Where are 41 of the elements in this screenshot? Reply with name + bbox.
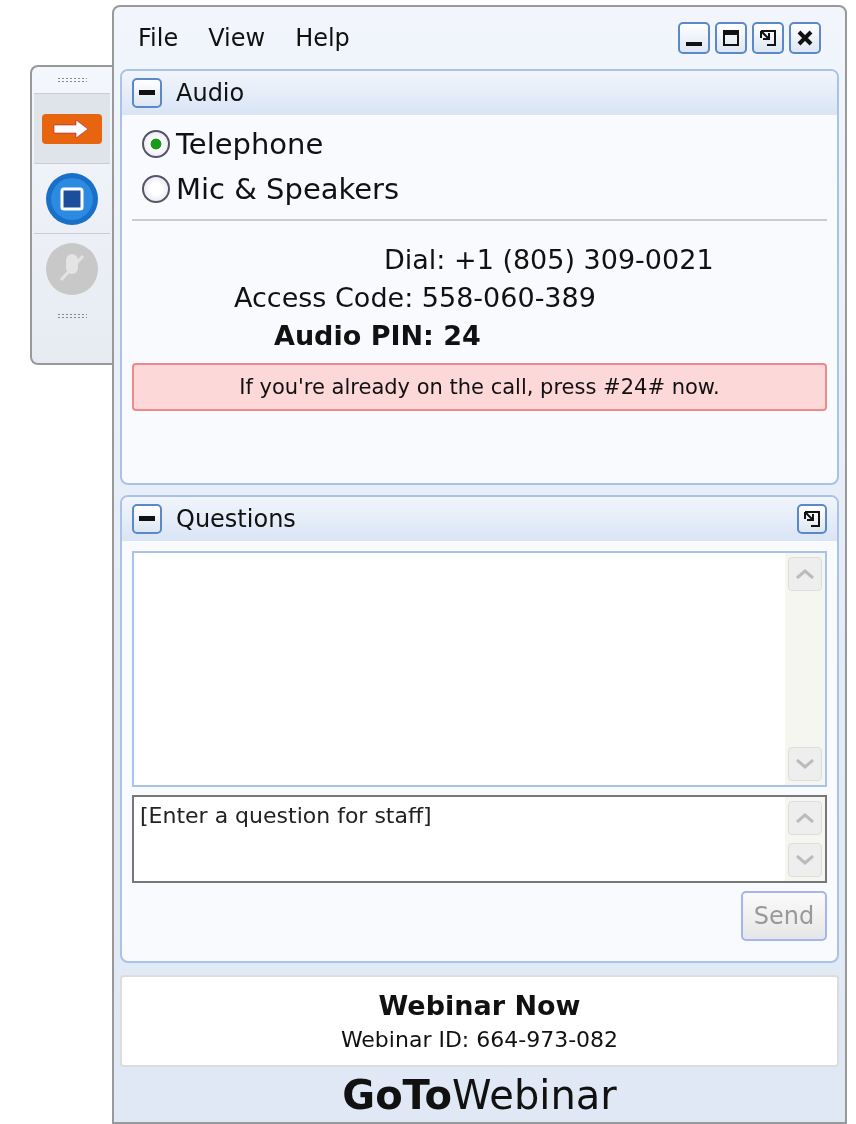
close-icon: [797, 30, 813, 46]
minimize-icon: [686, 42, 702, 46]
notice-banner: If you're already on the call, press #24# now.: [132, 363, 827, 411]
radio-option[interactable]: Mic & Speakers: [142, 166, 837, 211]
toolbar-button[interactable]: [34, 93, 110, 163]
popout-icon: [803, 510, 821, 528]
audio-pin: Audio PIN: 24: [274, 320, 481, 351]
scroll-up-icon: [796, 569, 814, 579]
radio-button[interactable]: [142, 174, 170, 203]
panel-title: Questions: [176, 505, 296, 533]
radio-label: Mic & Speakers: [176, 171, 400, 206]
collapse-icon: [139, 90, 155, 96]
access-code: Access Code: 558-060-389: [234, 282, 596, 313]
stop-icon: [45, 171, 99, 226]
radio-option[interactable]: Telephone: [142, 121, 837, 166]
maximize-icon: [723, 30, 739, 46]
webinar-title: Webinar Now: [378, 990, 581, 1021]
menu-item[interactable]: View: [208, 24, 266, 52]
webinar-id: Webinar ID: 664-973-082: [340, 1027, 619, 1052]
panel-title: Audio: [176, 79, 245, 107]
scrollbar[interactable]: [785, 553, 825, 785]
collapse-icon: [139, 516, 155, 522]
menu-item[interactable]: File: [138, 24, 179, 52]
popout-button[interactable]: [797, 504, 827, 534]
radio-label: Telephone: [176, 126, 324, 161]
brand-logo: GoToWebinar: [342, 1071, 617, 1118]
scrollbar[interactable]: [785, 797, 825, 881]
scroll-down-icon: [796, 855, 814, 865]
collapse-button[interactable]: [132, 78, 162, 108]
popout-button[interactable]: [752, 22, 784, 54]
scroll-up-icon: [796, 813, 814, 823]
popout-icon: [759, 29, 777, 47]
scroll-down-icon: [796, 759, 814, 769]
close-button[interactable]: [789, 22, 821, 54]
collapse-button[interactable]: [132, 504, 162, 534]
menu-item[interactable]: Help: [295, 24, 350, 52]
minimize-button[interactable]: [678, 22, 710, 54]
radio-button[interactable]: [142, 129, 170, 158]
maximize-button[interactable]: [715, 22, 747, 54]
dial-number: Dial: +1 (805) 309-0021: [384, 244, 714, 275]
muted-microphone-icon: [45, 241, 99, 296]
